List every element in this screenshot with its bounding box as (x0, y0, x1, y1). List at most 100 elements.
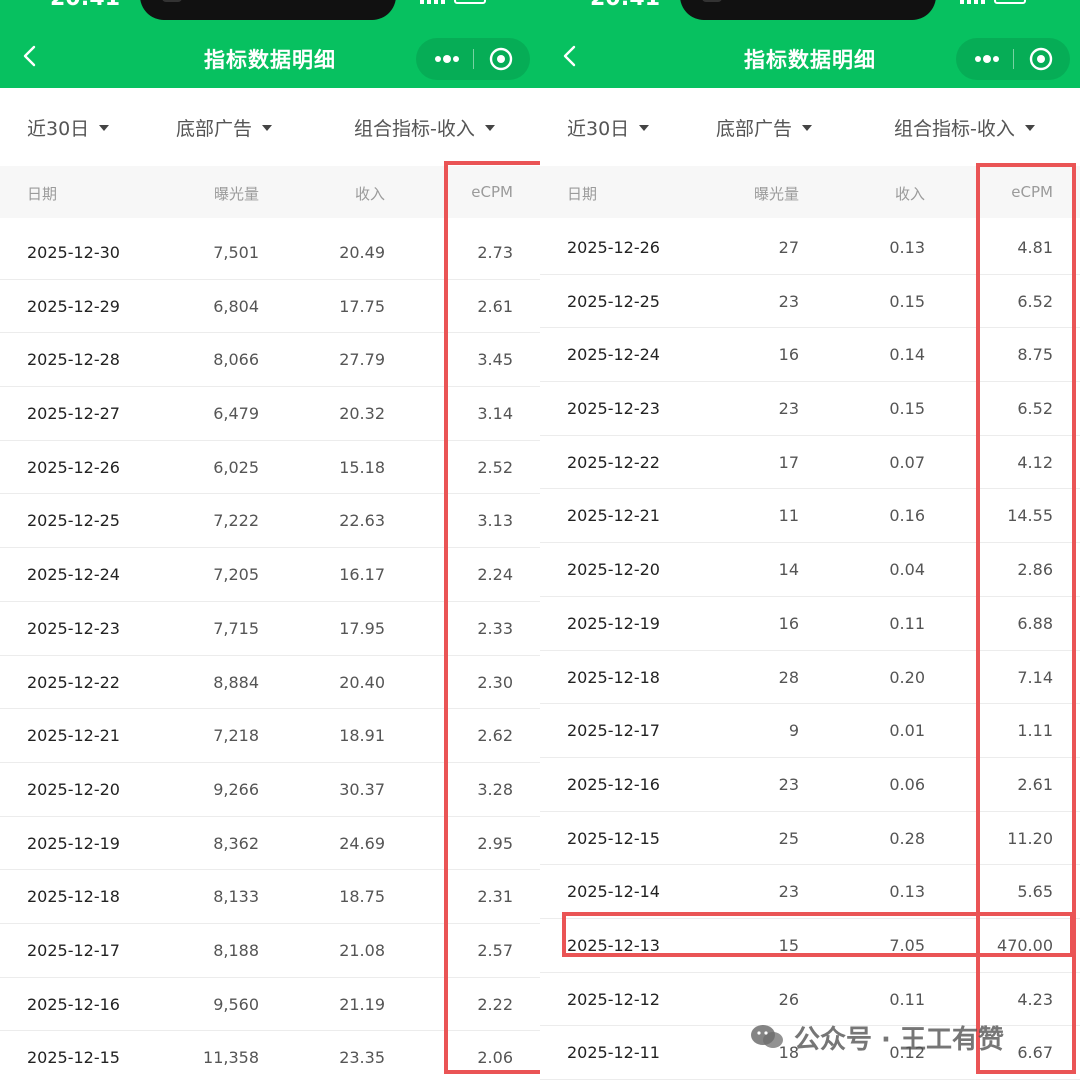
cell-revenue: 0.16 (889, 506, 925, 526)
cell-revenue: 0.20 (889, 667, 925, 687)
cell-ecpm: 3.45 (477, 350, 513, 370)
wechat-icon (751, 1025, 783, 1048)
cell-exposure: 23 (778, 399, 799, 419)
filter-date-range[interactable]: 近30日 (567, 114, 650, 141)
cell-exposure: 6,025 (213, 457, 259, 477)
table-header: 日期 曝光量 收入 eCPM (0, 166, 540, 218)
cell-date: 2025-12-17 (567, 721, 660, 741)
cell-revenue: 17.95 (339, 618, 385, 638)
mini-program-capsule (416, 38, 530, 80)
table-row: 2025-12-23 7,715 17.95 2.33 (0, 602, 540, 656)
more-button[interactable] (432, 49, 462, 69)
table-row: 2025-12-24 7,205 16.17 2.24 (0, 548, 540, 602)
table-row: 2025-12-15 25 0.28 11.20 (540, 812, 1080, 866)
table-row: 2025-12-27 6,479 20.32 3.14 (0, 387, 540, 441)
cell-revenue: 20.32 (339, 404, 385, 424)
table-row: 2025-12-28 8,066 27.79 3.45 (0, 333, 540, 388)
table-row: 2025-12-30 7,501 20.49 2.73 (0, 226, 540, 280)
cell-revenue: 0.11 (889, 989, 925, 1009)
data-table: 2025-12-26 27 0.13 4.81 2025-12-25 23 0.15 6.52… (540, 221, 1080, 1080)
cell-exposure: 28 (778, 667, 799, 687)
filter-label: 底部广告 (176, 118, 253, 140)
table-row: 2025-12-17 8,188 21.08 2.57 (0, 924, 540, 978)
cell-exposure: 7,715 (213, 618, 259, 638)
close-button[interactable] (1028, 46, 1054, 72)
cell-date: 2025-12-21 (567, 506, 660, 526)
cell-ecpm: 2.62 (477, 726, 513, 746)
cell-ecpm: 2.73 (477, 243, 513, 262)
table-row: 2025-12-19 16 0.11 6.88 (540, 597, 1080, 651)
caret-down-icon (484, 124, 495, 131)
cell-date: 2025-12-26 (567, 238, 660, 257)
cell-ecpm: 4.12 (1017, 452, 1053, 472)
cell-revenue: 21.08 (339, 940, 385, 960)
cell-exposure: 8,188 (213, 940, 259, 960)
cell-ecpm: 2.52 (477, 457, 513, 477)
col-date: 日期 (567, 185, 598, 203)
dynamic-island (140, 0, 396, 20)
capsule-divider (473, 49, 474, 69)
col-ecpm: eCPM (471, 183, 513, 201)
col-revenue: 收入 (354, 185, 385, 203)
filter-ad-position[interactable]: 底部广告 (716, 114, 813, 141)
filter-label: 底部广告 (716, 118, 793, 140)
table-row: 2025-12-15 11,358 23.35 2.06 (0, 1031, 540, 1080)
cell-date: 2025-12-25 (567, 291, 660, 311)
status-icons (960, 0, 1030, 6)
cell-date: 2025-12-24 (27, 565, 120, 585)
cell-ecpm: 2.24 (477, 565, 513, 585)
left-screenshot: 20:41 指标数据明细 近30日 底部广告 组合指标-收入 日期 曝光量 收入… (0, 0, 540, 1080)
signal-icon (420, 0, 446, 4)
filter-metric[interactable]: 组合指标-收入 (354, 114, 495, 141)
cell-ecpm: 1.11 (1017, 721, 1053, 741)
more-button[interactable] (972, 49, 1002, 69)
cell-revenue: 0.15 (889, 291, 925, 311)
nav-bar: 20:41 指标数据明细 (540, 0, 1080, 88)
cell-revenue: 20.49 (339, 243, 385, 262)
cell-date: 2025-12-21 (27, 726, 120, 746)
cell-ecpm: 14.55 (1007, 506, 1053, 526)
cell-exposure: 6,479 (213, 404, 259, 424)
table-row: 2025-12-26 27 0.13 4.81 (540, 221, 1080, 275)
cell-exposure: 9,560 (213, 994, 259, 1014)
cell-exposure: 11 (778, 506, 799, 526)
cell-ecpm: 2.22 (477, 994, 513, 1014)
table-row: 2025-12-21 7,218 18.91 2.62 (0, 709, 540, 763)
cell-date: 2025-12-27 (27, 404, 120, 424)
cell-revenue: 0.11 (889, 613, 925, 633)
target-close-icon (489, 47, 513, 71)
filter-metric[interactable]: 组合指标-收入 (894, 114, 1035, 141)
cell-exposure: 16 (778, 345, 799, 365)
cell-exposure: 27 (778, 238, 799, 257)
cell-date: 2025-12-19 (567, 613, 660, 633)
filter-label: 近30日 (27, 118, 90, 140)
target-close-icon (1029, 47, 1053, 71)
table-row: 2025-12-18 28 0.20 7.14 (540, 651, 1080, 705)
close-button[interactable] (488, 46, 514, 72)
right-screenshot: 20:41 指标数据明细 近30日 底部广告 组合指标-收入 日期 曝光量 收入… (540, 0, 1080, 1080)
cell-exposure: 9,266 (213, 779, 259, 799)
cell-date: 2025-12-15 (567, 828, 660, 848)
cell-revenue: 16.17 (339, 565, 385, 585)
watermark-text: 公众号 · 王工有赞 (794, 1024, 1004, 1055)
status-time: 20:41 (590, 0, 660, 11)
cell-exposure: 7,205 (213, 565, 259, 585)
caret-down-icon (639, 124, 650, 131)
filter-ad-position[interactable]: 底部广告 (176, 114, 273, 141)
table-row: 2025-12-22 17 0.07 4.12 (540, 436, 1080, 490)
cell-ecpm: 11.20 (1007, 828, 1053, 848)
cell-date: 2025-12-26 (27, 457, 120, 477)
cell-ecpm: 2.30 (477, 672, 513, 692)
cell-date: 2025-12-28 (27, 350, 120, 370)
filter-bar: 近30日 底部广告 组合指标-收入 (540, 88, 1080, 167)
cell-revenue: 23.35 (339, 1048, 385, 1068)
table-row: 2025-12-18 8,133 18.75 2.31 (0, 870, 540, 924)
cell-date: 2025-12-14 (567, 882, 660, 902)
cell-date: 2025-12-16 (27, 994, 120, 1014)
cell-date: 2025-12-20 (567, 560, 660, 580)
cell-ecpm: 2.06 (477, 1048, 513, 1068)
col-revenue: 收入 (894, 185, 925, 203)
cell-exposure: 23 (778, 882, 799, 902)
cell-date: 2025-12-13 (567, 935, 660, 955)
filter-date-range[interactable]: 近30日 (27, 114, 110, 141)
